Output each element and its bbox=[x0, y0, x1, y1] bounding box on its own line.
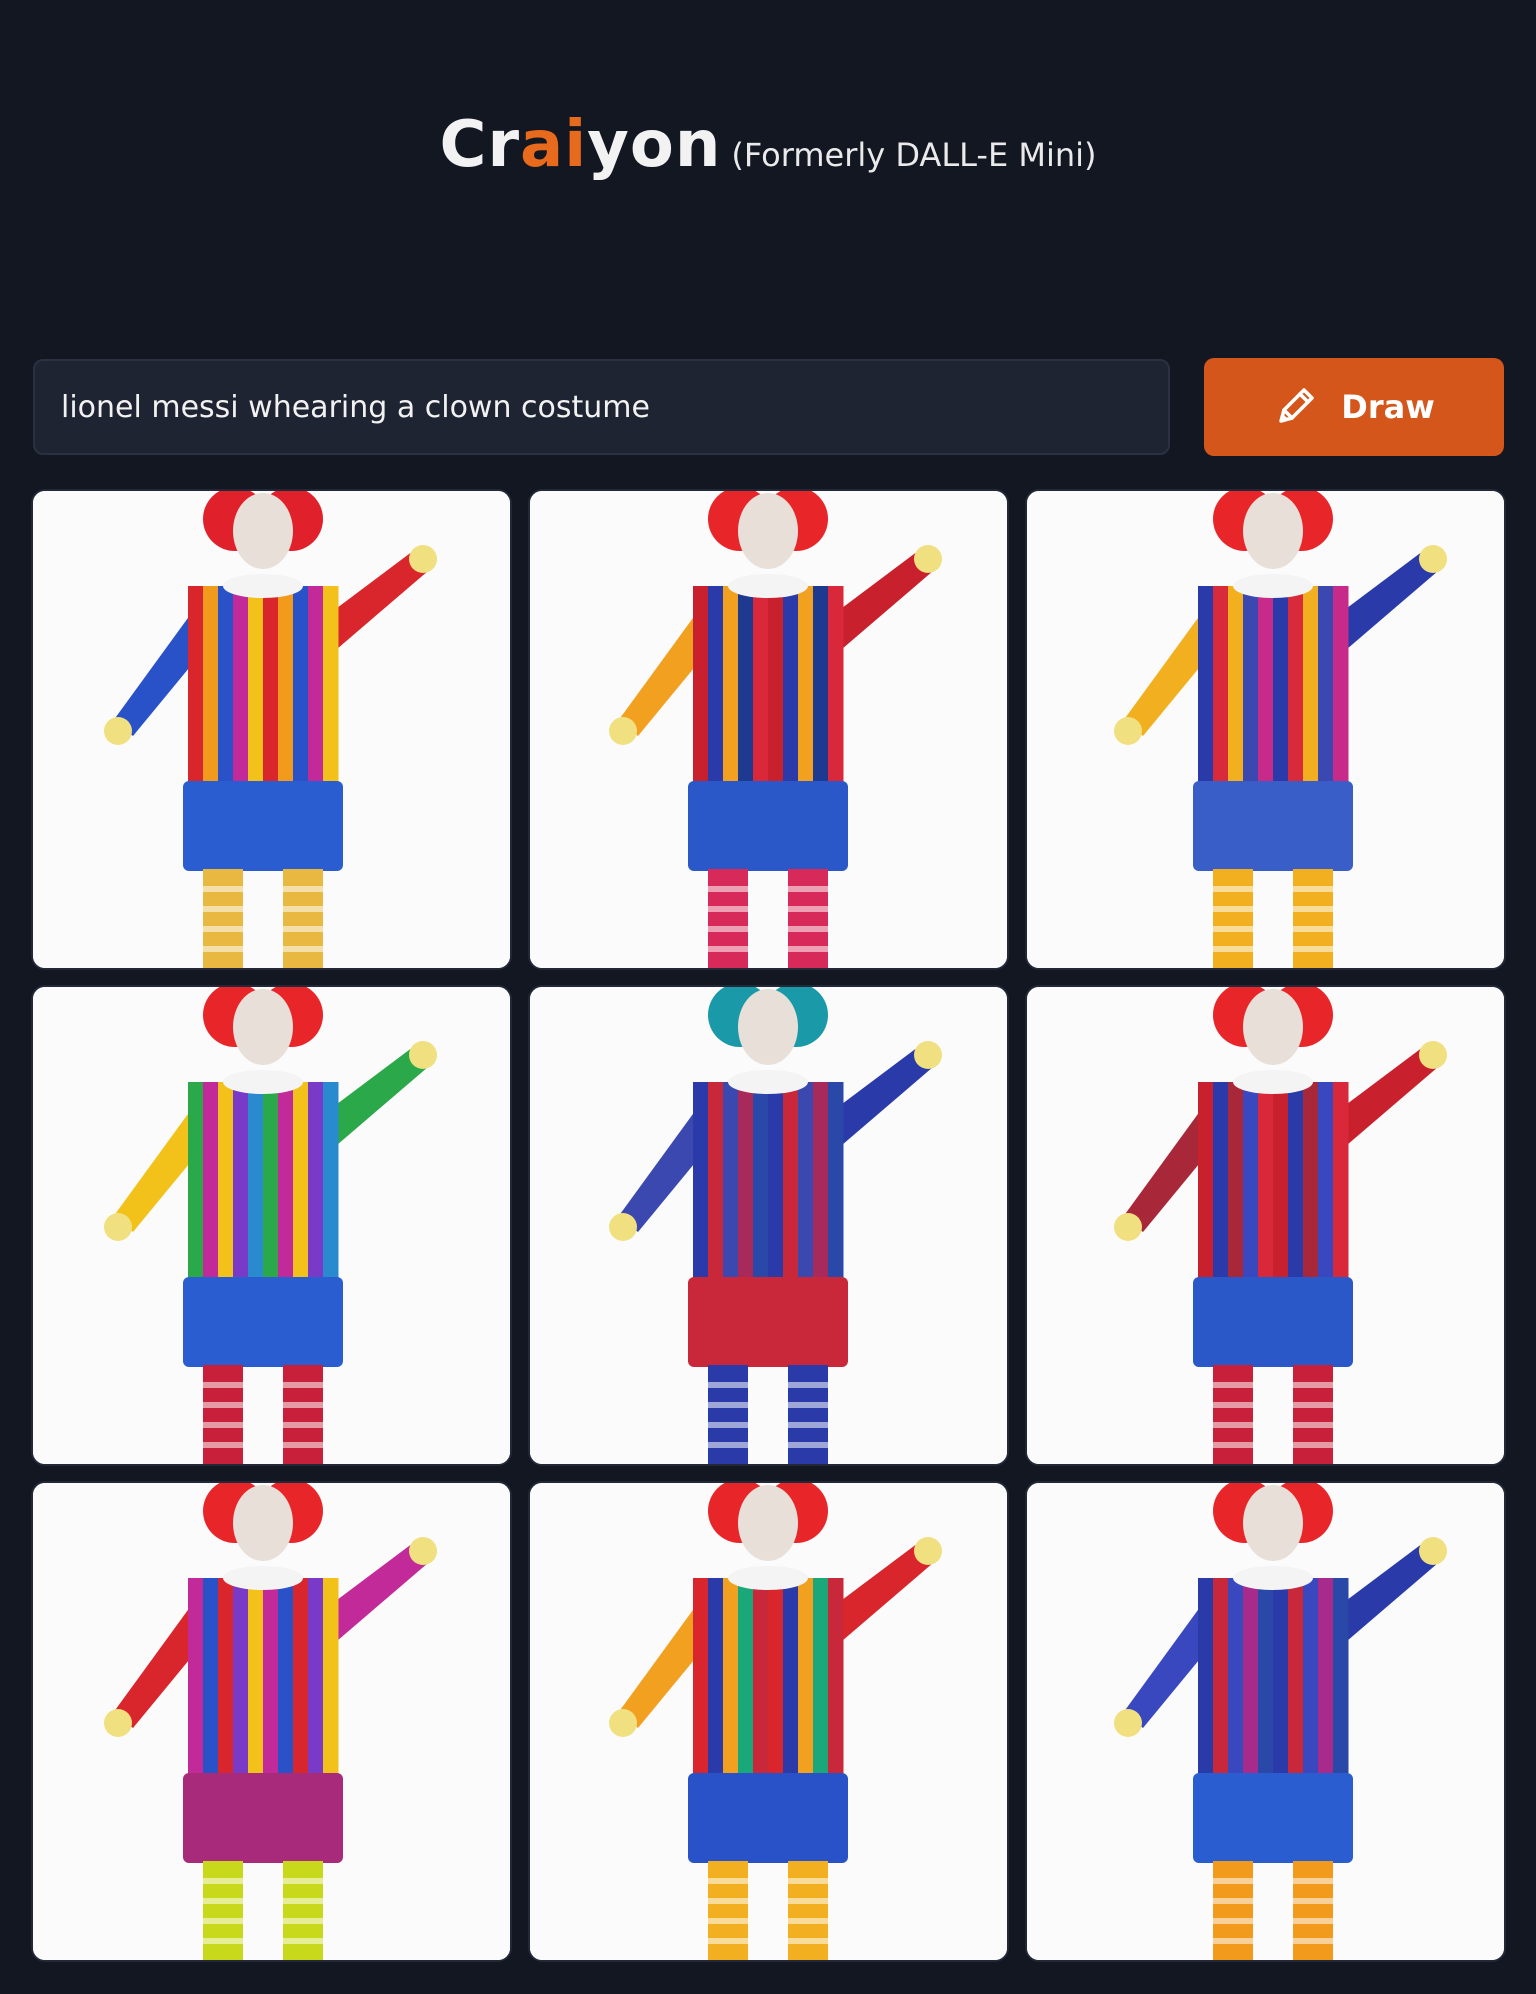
brand-logo[interactable]: Craiyon bbox=[440, 108, 722, 182]
result-image[interactable] bbox=[530, 987, 1007, 1464]
brand-header: Craiyon (Formerly DALL-E Mini) bbox=[0, 108, 1536, 182]
result-image[interactable] bbox=[1027, 1483, 1504, 1960]
result-image[interactable] bbox=[1027, 987, 1504, 1464]
draw-button-label: Draw bbox=[1341, 388, 1435, 426]
clown-figure-illustration bbox=[530, 1483, 1007, 1960]
result-image[interactable] bbox=[33, 491, 510, 968]
result-image[interactable] bbox=[33, 1483, 510, 1960]
craiyon-page: Craiyon(Formerly DALL-E Mini) Draw bbox=[0, 0, 1536, 1994]
brand-name-part2: yon bbox=[587, 108, 722, 182]
draw-button[interactable]: Draw bbox=[1204, 358, 1504, 456]
clown-figure-illustration bbox=[1027, 987, 1504, 1464]
clown-figure-illustration bbox=[33, 491, 510, 968]
pencil-icon bbox=[1273, 381, 1321, 433]
brand-subtitle: (Formerly DALL-E Mini) bbox=[731, 136, 1097, 174]
result-image[interactable] bbox=[530, 491, 1007, 968]
clown-figure-illustration bbox=[530, 987, 1007, 1464]
brand-name-accent: ai bbox=[520, 108, 588, 182]
clown-figure-illustration bbox=[530, 491, 1007, 968]
brand-name-part1: Cr bbox=[439, 108, 521, 182]
prompt-field[interactable] bbox=[33, 359, 1170, 455]
result-image[interactable] bbox=[1027, 491, 1504, 968]
clown-figure-illustration bbox=[33, 1483, 510, 1960]
clown-figure-illustration bbox=[1027, 1483, 1504, 1960]
results-grid bbox=[33, 491, 1504, 1960]
result-image[interactable] bbox=[530, 1483, 1007, 1960]
result-image[interactable] bbox=[33, 987, 510, 1464]
prompt-input[interactable] bbox=[59, 388, 1144, 426]
clown-figure-illustration bbox=[33, 987, 510, 1464]
clown-figure-illustration bbox=[1027, 491, 1504, 968]
